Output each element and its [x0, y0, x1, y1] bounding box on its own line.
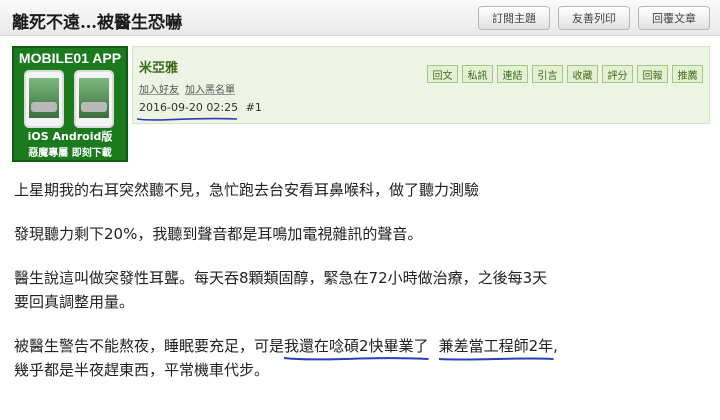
ad-platform-text: iOS Android版 [27, 130, 113, 143]
content-paragraph: 發現聽力剩下20%，我聽到聲音都是耳鳴加電視雜訊的聲音。 [14, 225, 423, 243]
author-name[interactable]: 米亞雅 [139, 57, 178, 76]
report-button[interactable]: 回報 [637, 65, 668, 83]
content-text: , [553, 337, 558, 355]
content-paragraph: 被醫生警告不能熬夜，睡眠要充足，可是我還在唸碩2快畢業了 兼差當工程師2年, [14, 334, 714, 361]
quote-button[interactable]: 引言 [532, 65, 563, 83]
underlined-text-content: 我還在唸碩2快畢業了 [284, 337, 429, 355]
private-message-button[interactable]: 私訊 [462, 65, 493, 83]
author-links: 加入好友 加入黑名單 [139, 81, 235, 96]
link-button[interactable]: 連結 [497, 65, 528, 83]
underlined-text-content: 兼差當工程師2年 [438, 337, 554, 355]
phone-image [24, 70, 64, 128]
rate-button[interactable]: 評分 [602, 65, 633, 83]
phone-image [74, 70, 114, 128]
post-content: 上星期我的右耳突然聽不見，急忙跑去台安看耳鼻喉科，做了聽力測驗 發現聽力剩下20… [14, 178, 714, 382]
underlined-text: 兼差當工程師2年 [438, 334, 554, 361]
ad-download-text: 惡魔專屬 即刻下載 [28, 148, 112, 159]
content-paragraph: 醫生說這叫做突發性耳聾。每天吞8顆類固醇，緊急在72小時做治療，之後每3天 [14, 269, 548, 287]
post-header: 米亞雅 加入好友 加入黑名單 2016-09-20 02:25 #1 回文 私訊… [132, 46, 710, 124]
favorite-button[interactable]: 收藏 [567, 65, 598, 83]
add-blacklist-link[interactable]: 加入黑名單 [185, 81, 235, 96]
thread-title: 離死不遠…被醫生恐嚇 [12, 13, 182, 33]
recommend-button[interactable]: 推薦 [672, 65, 703, 83]
reply-post-button[interactable]: 回文 [427, 65, 458, 83]
ad-title: MOBILE01 APP [18, 50, 122, 66]
post-timestamp: 2016-09-20 02:25 [139, 101, 239, 114]
underlined-text: 我還在唸碩2快畢業了 [283, 334, 429, 361]
handwritten-underline [438, 357, 554, 361]
add-friend-link[interactable]: 加入好友 [139, 81, 179, 96]
post-number[interactable]: #1 [246, 101, 262, 114]
subscribe-button[interactable]: 訂閱主題 [478, 6, 550, 30]
print-button[interactable]: 友善列印 [558, 6, 630, 30]
app-ad-banner[interactable]: MOBILE01 APP iOS Android版 惡魔專屬 即刻下載 [12, 46, 128, 162]
content-paragraph: 上星期我的右耳突然聽不見，急忙跑去台安看耳鼻喉科，做了聽力測驗 [14, 181, 480, 199]
content-paragraph: 要回真調整用量。 [14, 293, 135, 311]
post-actions: 回文 私訊 連結 引言 收藏 評分 回報 推薦 [427, 65, 703, 83]
handwritten-underline [283, 357, 429, 361]
thread-toolbar: 訂閱主題 友善列印 回覆文章 [478, 6, 710, 30]
post-date: 2016-09-20 02:25 #1 [139, 101, 262, 114]
thread-title-bar: 離死不遠…被醫生恐嚇 訂閱主題 友善列印 回覆文章 [0, 0, 720, 36]
content-text: 被醫生警告不能熬夜，睡眠要充足，可是 [14, 337, 285, 355]
reply-button[interactable]: 回覆文章 [638, 6, 710, 30]
handwritten-underline [137, 117, 237, 121]
